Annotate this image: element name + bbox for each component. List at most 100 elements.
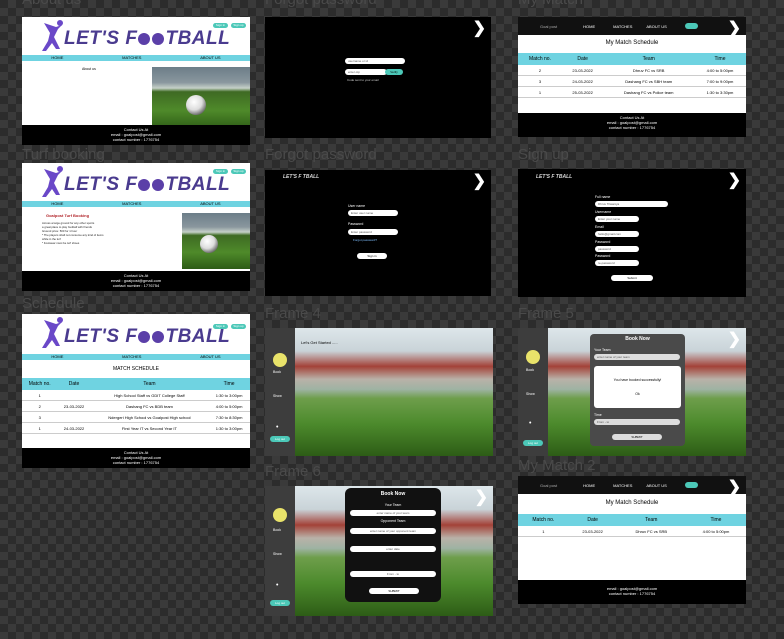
next-arrow-icon[interactable]: ❯	[473, 174, 486, 190]
sidebar-item-show[interactable]: Show	[273, 552, 282, 556]
start-text: Let's Get Started .....	[301, 340, 338, 345]
signin-button[interactable]: Sign in	[213, 169, 228, 174]
date-input[interactable]: enter date	[350, 546, 436, 552]
username-input[interactable]: Enter user name	[348, 210, 398, 216]
frame-6: Book Show • Log out ❯ Book Now Your Team…	[265, 486, 493, 616]
frame-mymatch: Goal post HOME MATCHES ABOUT US ❯ My Mat…	[518, 17, 746, 137]
sidebar-item-book[interactable]: Book	[273, 370, 281, 374]
table-row: 3 Ndergeri High School vs Goalpost High s…	[22, 411, 250, 423]
next-arrow-icon[interactable]: ❯	[728, 173, 741, 189]
submit-button[interactable]: Submit	[611, 275, 653, 281]
submit-button[interactable]: SUBMIT	[369, 588, 419, 594]
frame-mymatch2: Goal post HOME MATCHES ABOUT US ❯ My Mat…	[518, 476, 746, 604]
ball-image	[200, 235, 218, 253]
sidebar-item-show[interactable]: Show	[526, 392, 535, 396]
username-input[interactable]: Enter your name	[595, 216, 639, 222]
nav-home[interactable]: HOME	[583, 483, 595, 488]
next-arrow-icon[interactable]: ❯	[475, 490, 488, 506]
table-row: 2 23-03-2022 Dhruv FC vs SRB 4:00 to 5:00pm	[518, 65, 746, 76]
team-input[interactable]: enter name of your team	[594, 354, 680, 360]
table-row: 3 24-03-2022 Dashang FC vs SBH team 7:00 to…	[518, 75, 746, 87]
success-dialog: You have booked successfully! Ok	[594, 366, 681, 408]
logo-text: LET'S F TBALL	[64, 326, 231, 347]
frame-booking: LET'S F TBALL Sign in Sign up HOME MATCHE…	[22, 163, 250, 291]
logout-button[interactable]: Log out	[270, 600, 290, 606]
repassword-input[interactable]: re-password	[595, 260, 639, 266]
time-input[interactable]: From - to	[594, 419, 680, 425]
page-title: My Match Schedule	[605, 40, 659, 46]
banner: LET'S F TBALL Sign in Sign up	[22, 163, 250, 201]
sidebar-item-book[interactable]: Book	[273, 528, 281, 532]
field-label: Username	[595, 210, 612, 214]
sidebar-item-show[interactable]: Show	[273, 394, 282, 398]
otp-input[interactable]: enter otp	[345, 69, 387, 75]
nav-home[interactable]: HOME	[51, 55, 63, 61]
book-icon[interactable]	[273, 353, 287, 367]
ball-icon	[152, 179, 165, 191]
match-table: Match no. Date Team Time 2 23-03-2022 Dhruv F…	[518, 53, 746, 98]
logout-button[interactable]: Log out	[523, 440, 543, 446]
football-image	[152, 67, 250, 129]
success-text: You have booked successfully!	[613, 378, 662, 382]
nav-matches[interactable]: MATCHES	[122, 354, 141, 360]
nav-about[interactable]: ABOUT US	[200, 354, 220, 360]
next-arrow-icon[interactable]: ❯	[728, 332, 741, 348]
sidebar-item-book[interactable]: Book	[526, 368, 534, 372]
nav-about[interactable]: ABOUT US	[200, 55, 220, 61]
otp-hint: Code sent to your email	[347, 78, 379, 82]
forgot-password-link[interactable]: Forgot password?	[353, 238, 377, 242]
nav-matches[interactable]: MATCHES	[613, 483, 632, 488]
nav-about[interactable]: ABOUT US	[646, 483, 666, 488]
book-icon[interactable]	[273, 508, 287, 522]
signup-button[interactable]: Sign up	[231, 169, 246, 174]
field-label: Email	[595, 225, 604, 229]
schedule-table: Match no. Date Team Time 1 High School Staff…	[22, 378, 250, 434]
navbar: HOME MATCHES ABOUT US	[22, 55, 250, 61]
frame-signup: LET'S F TBALL ❯ Full name Dhruv Tilwaniy…	[518, 169, 746, 297]
nav-matches[interactable]: MATCHES	[122, 55, 141, 61]
dark-navbar: Goal post HOME MATCHES ABOUT US	[518, 476, 746, 494]
frame-4: Book Show • Log out Let's Get Started ..…	[265, 328, 493, 456]
book-icon[interactable]	[526, 350, 540, 364]
next-arrow-icon[interactable]: ❯	[728, 21, 741, 37]
signin-button[interactable]: Sign in	[213, 324, 228, 329]
footer: Contact Us At email : goalpost@gmail.com c…	[22, 271, 250, 291]
nav-home[interactable]: HOME	[583, 24, 595, 29]
logo-text: LET'S F TBALL	[283, 174, 320, 180]
nav-home[interactable]: HOME	[51, 201, 63, 207]
signup-button[interactable]: Sign up	[231, 324, 246, 329]
team-label: Your Team	[384, 503, 402, 507]
signin-button[interactable]: Sign in	[213, 23, 228, 28]
signin-button[interactable]: Sign in	[357, 253, 387, 259]
frame-about: LET'S F TBALL Sign in Sign up HOME MATCHE…	[22, 17, 250, 145]
nav-matches[interactable]: MATCHES	[122, 201, 141, 207]
opponent-input[interactable]: enter name of your opponent team	[350, 528, 436, 534]
modal-title: Book Now	[380, 491, 406, 497]
username-input[interactable]: username or id	[345, 58, 405, 64]
nav-about[interactable]: ABOUT US	[646, 24, 666, 29]
nav-matches[interactable]: MATCHES	[613, 24, 632, 29]
email-input[interactable]: hello@gmail.com	[595, 231, 639, 237]
frame-label-signup: Sign up	[518, 146, 569, 163]
verify-button[interactable]: Verify	[385, 69, 403, 75]
logout-button[interactable]: Log out	[270, 436, 290, 442]
frame-label-about: About us	[22, 0, 81, 8]
user-icon: •	[529, 420, 532, 427]
team-input[interactable]: enter name of your team	[350, 510, 436, 516]
ok-button[interactable]: Ok	[594, 392, 681, 396]
fullname-input[interactable]: Dhruv Tilwaniya	[595, 201, 668, 207]
frame-label-frame5: Frame 5	[518, 305, 574, 322]
modal-title: Book Now	[625, 336, 650, 342]
field-label: Password	[595, 240, 611, 244]
nav-home[interactable]: HOME	[51, 354, 63, 360]
match-table: Match no. Date Team Time 1 23-03-2022 Dhruv F…	[518, 514, 746, 537]
signup-button[interactable]: Sign up	[231, 23, 246, 28]
next-arrow-icon[interactable]: ❯	[728, 480, 741, 496]
time-input[interactable]: From - to	[350, 571, 436, 577]
submit-button[interactable]: SUBMIT	[612, 434, 662, 440]
password-input[interactable]: password	[595, 246, 639, 252]
nav-about[interactable]: ABOUT US	[200, 201, 220, 207]
next-arrow-icon[interactable]: ❯	[473, 21, 486, 37]
password-input[interactable]: Enter password	[348, 229, 398, 235]
ball-icon	[152, 331, 165, 343]
